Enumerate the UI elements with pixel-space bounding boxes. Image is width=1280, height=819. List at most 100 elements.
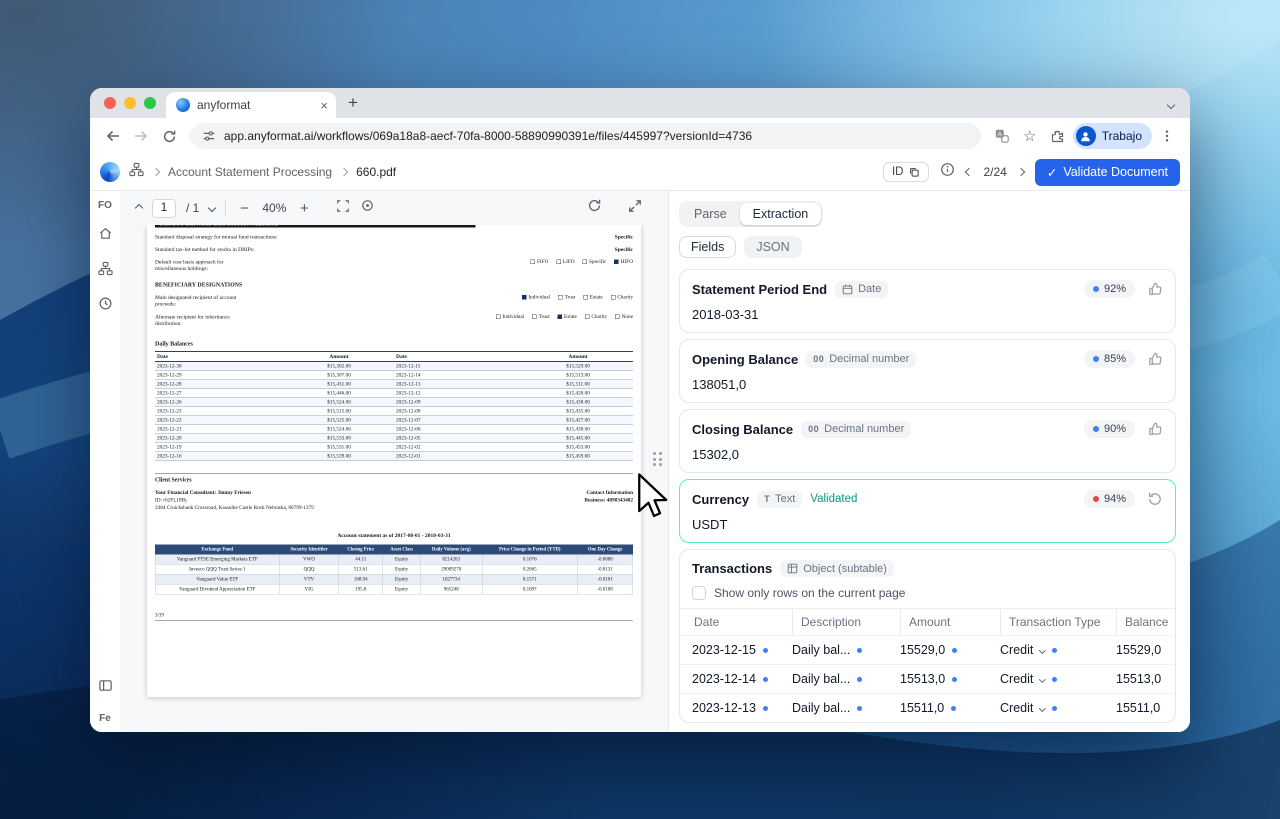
tab-favicon-icon — [176, 98, 190, 112]
translate-icon[interactable]: A — [989, 123, 1015, 149]
tab-search-chevron-icon[interactable] — [1166, 100, 1176, 110]
validate-document-button[interactable]: ✓ Validate Document — [1034, 158, 1180, 186]
confidence-value: 90% — [1103, 423, 1126, 435]
tab-json[interactable]: JSON — [744, 236, 802, 258]
site-settings-icon[interactable] — [202, 129, 216, 143]
zoom-out-icon[interactable]: − — [236, 200, 252, 217]
transaction-cell[interactable]: 15513,0 — [900, 672, 1000, 686]
confidence-dot-icon — [1092, 496, 1099, 502]
panel-resize-handle[interactable] — [652, 449, 663, 469]
zoom-in-icon[interactable]: + — [296, 200, 312, 217]
page-number-input[interactable]: 1 — [152, 198, 176, 218]
transaction-cell[interactable]: 15529,0 — [900, 643, 1000, 657]
transaction-cell[interactable]: Daily bal... — [792, 672, 900, 686]
transaction-cell[interactable]: 2023-12-15 — [692, 643, 792, 657]
transaction-row[interactable]: 2023-12-13 Daily bal... 15511,0 Credit 15511… — [680, 693, 1175, 722]
copy-id-button[interactable]: ID — [882, 162, 930, 182]
chevron-down-icon[interactable] — [1039, 675, 1046, 683]
url-text[interactable]: app.anyformat.ai/workflows/069a18a8-aecf… — [224, 129, 752, 143]
history-clock-icon[interactable] — [98, 296, 113, 316]
home-icon[interactable] — [98, 226, 113, 246]
field-card-statement-period-end[interactable]: Statement Period End Date 92% 2018-03-31 — [679, 269, 1176, 333]
pdf-tax-row: Standard disposal strategy for mutual fu… — [155, 234, 633, 240]
info-icon[interactable] — [940, 162, 955, 182]
tab-fields[interactable]: Fields — [679, 236, 737, 258]
back-button[interactable] — [100, 123, 126, 149]
transaction-cell[interactable]: 2023-12-13 — [692, 701, 792, 715]
tab-close-icon[interactable]: × — [320, 99, 328, 112]
app-logo[interactable] — [100, 162, 120, 182]
transaction-cell[interactable]: 15511,0 — [900, 701, 1000, 715]
transaction-cell[interactable]: 15513,0 — [1116, 672, 1175, 686]
refresh-document-icon[interactable] — [587, 198, 602, 218]
show-current-page-filter[interactable]: Show only rows on the current page — [680, 586, 1175, 600]
zoom-level[interactable]: 40% — [262, 201, 286, 215]
confidence-badge: 94% — [1083, 490, 1135, 508]
expand-viewer-icon[interactable] — [628, 199, 642, 218]
transaction-cell[interactable]: 15529,0 — [1116, 643, 1175, 657]
transaction-cell[interactable]: Daily bal... — [792, 643, 900, 657]
new-tab-button[interactable]: + — [340, 90, 366, 116]
thumbs-up-icon[interactable] — [1147, 351, 1163, 367]
confidence-dot-icon — [1092, 356, 1099, 362]
tab-parse[interactable]: Parse — [681, 203, 740, 225]
transaction-cell[interactable]: 15511,0 — [1116, 701, 1175, 715]
maximize-window-button[interactable] — [144, 97, 156, 109]
field-type-badge: 00 Decimal number — [801, 420, 912, 438]
address-bar[interactable]: app.anyformat.ai/workflows/069a18a8-aecf… — [190, 123, 981, 149]
page-down-icon[interactable] — [208, 203, 217, 213]
thumbs-up-icon[interactable] — [1147, 281, 1163, 297]
daily-table-body: 2023-12-30 $15,302.00 2023-12-15 $15,529.00… — [155, 361, 633, 461]
close-window-button[interactable] — [104, 97, 116, 109]
workflows-nav-icon[interactable] — [97, 261, 113, 281]
field-card-opening-balance[interactable]: Opening Balance 00 Decimal number 85% 13… — [679, 339, 1176, 403]
confidence-value: 92% — [1103, 283, 1126, 295]
minimize-window-button[interactable] — [124, 97, 136, 109]
daily-balance-row: 2023-12-23 $15,515.00 2023-12-08 $15,435.00 — [155, 406, 633, 416]
breadcrumb-file[interactable]: 660.pdf — [356, 165, 396, 179]
transaction-cell-value: 15511,0 — [900, 701, 945, 715]
focus-target-icon[interactable] — [360, 198, 375, 218]
daily-balance-row: 2023-12-26 $15,524.00 2023-12-09 $15,438.00 — [155, 397, 633, 407]
transaction-row[interactable]: 2023-12-14 Daily bal... 15513,0 Credit 15513… — [680, 664, 1175, 693]
field-card-closing-balance[interactable]: Closing Balance 00 Decimal number 90% 15… — [679, 409, 1176, 473]
extensions-puzzle-icon[interactable] — [1045, 123, 1071, 149]
page-up-icon[interactable] — [134, 203, 144, 213]
tab-extraction[interactable]: Extraction — [739, 203, 822, 225]
daily-amount-cell: $15,459.00 — [523, 451, 633, 461]
undo-icon[interactable] — [1147, 491, 1163, 507]
daily-balance-row: 2023-12-20 $15,533.00 2023-12-05 $15,445.00 — [155, 433, 633, 443]
bookmark-star-icon[interactable]: ☆ — [1017, 123, 1043, 149]
browser-tab[interactable]: anyformat × — [166, 92, 336, 118]
checkbox-unchecked-icon[interactable] — [692, 586, 706, 600]
field-value[interactable]: 2018-03-31 — [692, 307, 1163, 322]
transaction-cell[interactable]: Daily bal... — [792, 701, 900, 715]
collapse-panel-icon[interactable] — [98, 678, 113, 698]
transaction-cell[interactable]: Credit — [1000, 672, 1116, 686]
browser-profile-button[interactable]: Trabajo — [1072, 123, 1152, 149]
pdf-consultant-info: Your Financial Consultant: Jimmy Friesen… — [155, 489, 314, 512]
field-value[interactable]: 15302,0 — [692, 447, 1163, 462]
chevron-down-icon[interactable] — [1039, 704, 1046, 712]
next-document-button[interactable] — [1016, 167, 1026, 177]
fit-page-icon[interactable] — [336, 199, 350, 218]
chevron-down-icon[interactable] — [1039, 646, 1046, 654]
daily-balance-row: 2023-12-28 $15,431.00 2023-12-13 $15,511.00 — [155, 379, 633, 389]
field-card-transactions[interactable]: Transactions Object (subtable) Show only… — [679, 549, 1176, 723]
pdf-scroll-area[interactable]: TAX LOT DEFAULT DISPOSITION METHOD Stand… — [120, 225, 668, 732]
transaction-cell[interactable]: 2023-12-14 — [692, 672, 792, 686]
forward-button[interactable] — [128, 123, 154, 149]
field-card-currency[interactable]: Currency T Text Validated 94% USDT — [679, 479, 1176, 543]
breadcrumb-workflow[interactable]: Account Statement Processing — [168, 165, 332, 179]
field-value[interactable]: USDT — [692, 517, 1163, 532]
workspace-label-top[interactable]: FO — [98, 200, 112, 211]
field-value[interactable]: 138051,0 — [692, 377, 1163, 392]
transaction-row[interactable]: 2023-12-15 Daily bal... 15529,0 Credit 15529… — [680, 635, 1175, 664]
thumbs-up-icon[interactable] — [1147, 421, 1163, 437]
previous-document-button[interactable] — [965, 167, 974, 177]
transaction-cell[interactable]: Credit — [1000, 701, 1116, 715]
browser-menu-icon[interactable] — [1154, 123, 1180, 149]
workspace-label-bottom[interactable]: Fe — [99, 713, 111, 724]
transaction-cell[interactable]: Credit — [1000, 643, 1116, 657]
reload-button[interactable] — [156, 123, 182, 149]
